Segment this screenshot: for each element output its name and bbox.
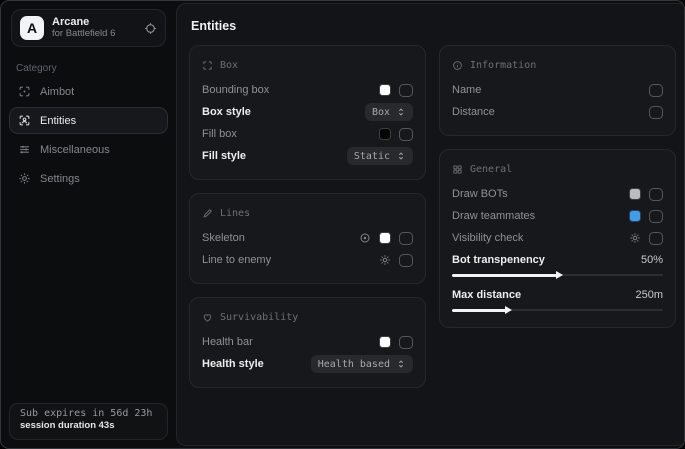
heart-icon <box>202 312 213 323</box>
gear-icon <box>18 172 31 185</box>
setting-row-health-bar: Health bar <box>202 331 413 353</box>
card-general: General Draw BOTs Draw teammates <box>439 149 676 328</box>
sidebar-nav: Aimbot Entities <box>1 78 176 192</box>
setting-row-fill-style: Fill style Static <box>202 145 413 167</box>
gear-icon[interactable] <box>379 254 391 266</box>
page-title: Entities <box>191 19 676 33</box>
color-swatch[interactable] <box>379 336 391 348</box>
unfold-icon <box>396 151 406 161</box>
session-duration-text: session duration 43s <box>20 420 157 431</box>
health-bar-checkbox[interactable] <box>399 336 413 349</box>
gear-icon[interactable] <box>629 232 641 244</box>
sidebar-item-label: Entities <box>40 115 76 127</box>
sidebar-item-miscellaneous[interactable]: Miscellaneous <box>9 136 168 163</box>
sliders-icon <box>18 143 31 156</box>
setting-row-line-to-enemy: Line to enemy <box>202 249 413 271</box>
sidebar-item-label: Miscellaneous <box>40 144 110 156</box>
card-title: General <box>470 164 512 175</box>
color-swatch[interactable] <box>379 84 391 96</box>
fill-box-checkbox[interactable] <box>399 128 413 141</box>
info-icon <box>452 60 463 71</box>
max-distance-value: 250m <box>635 289 663 301</box>
health-style-dropdown[interactable]: Health based <box>311 355 413 373</box>
sidebar-item-entities[interactable]: Entities <box>9 107 168 134</box>
unfold-icon <box>396 107 406 117</box>
distance-checkbox[interactable] <box>649 106 663 119</box>
slider-thumb[interactable] <box>556 271 563 279</box>
box-icon <box>202 60 213 71</box>
setting-row-visibility-check: Visibility check <box>452 227 663 249</box>
setting-row-max-distance: Max distance 250m <box>452 286 663 315</box>
brand-name: Arcane <box>52 16 136 29</box>
sidebar-item-label: Aimbot <box>40 86 74 98</box>
category-label: Category <box>16 63 176 74</box>
crosshair-icon[interactable] <box>144 22 157 35</box>
card-lines: Lines Skeleton <box>189 193 426 284</box>
draw-teammates-checkbox[interactable] <box>649 210 663 223</box>
sub-expiry-text: Sub expires in 56d 23h <box>20 408 157 419</box>
setting-row-health-style: Health style Health based <box>202 353 413 375</box>
unfold-icon <box>396 359 406 369</box>
grid-icon <box>452 164 463 175</box>
max-distance-slider[interactable] <box>452 305 663 315</box>
visibility-check-checkbox[interactable] <box>649 232 663 245</box>
setting-row-skeleton: Skeleton <box>202 227 413 249</box>
setting-row-draw-bots: Draw BOTs <box>452 183 663 205</box>
setting-row-bounding-box: Bounding box <box>202 79 413 101</box>
subscription-info: Sub expires in 56d 23h session duration … <box>9 403 168 440</box>
brand-logo: A <box>20 16 44 40</box>
entities-icon <box>18 114 31 127</box>
bot-transparency-value: 50% <box>641 254 663 266</box>
sidebar: A Arcane for Battlefield 6 Category <box>1 1 176 448</box>
target-icon[interactable] <box>359 232 371 244</box>
setting-row-draw-teammates: Draw teammates <box>452 205 663 227</box>
app-window: A Arcane for Battlefield 6 Category <box>0 0 685 449</box>
bounding-box-checkbox[interactable] <box>399 84 413 97</box>
card-title: Information <box>470 60 536 71</box>
brand-card: A Arcane for Battlefield 6 <box>11 9 166 47</box>
setting-row-name: Name <box>452 79 663 101</box>
card-information: Information Name Distance <box>439 45 676 136</box>
card-title: Lines <box>220 208 250 219</box>
main-panel: Entities Box Bounding box <box>176 3 685 446</box>
slider-thumb[interactable] <box>505 306 512 314</box>
sidebar-item-settings[interactable]: Settings <box>9 165 168 192</box>
fill-style-dropdown[interactable]: Static <box>347 147 413 165</box>
bot-transparency-slider[interactable] <box>452 270 663 280</box>
color-swatch[interactable] <box>629 188 641 200</box>
setting-row-bot-transparency: Bot transpenency 50% <box>452 251 663 280</box>
box-style-dropdown[interactable]: Box <box>365 103 413 121</box>
card-title: Survivability <box>220 312 298 323</box>
card-box: Box Bounding box Box style Box <box>189 45 426 180</box>
draw-bots-checkbox[interactable] <box>649 188 663 201</box>
sidebar-item-label: Settings <box>40 173 80 185</box>
line-to-enemy-checkbox[interactable] <box>399 254 413 267</box>
color-swatch[interactable] <box>379 232 391 244</box>
brand-subtitle: for Battlefield 6 <box>52 29 136 40</box>
name-checkbox[interactable] <box>649 84 663 97</box>
card-survivability: Survivability Health bar Health style He… <box>189 297 426 388</box>
card-title: Box <box>220 60 238 71</box>
setting-row-box-style: Box style Box <box>202 101 413 123</box>
setting-row-fill-box: Fill box <box>202 123 413 145</box>
color-swatch[interactable] <box>629 210 641 222</box>
sidebar-item-aimbot[interactable]: Aimbot <box>9 78 168 105</box>
skeleton-checkbox[interactable] <box>399 232 413 245</box>
aimbot-icon <box>18 85 31 98</box>
color-swatch[interactable] <box>379 128 391 140</box>
pencil-icon <box>202 208 213 219</box>
setting-row-distance: Distance <box>452 101 663 123</box>
